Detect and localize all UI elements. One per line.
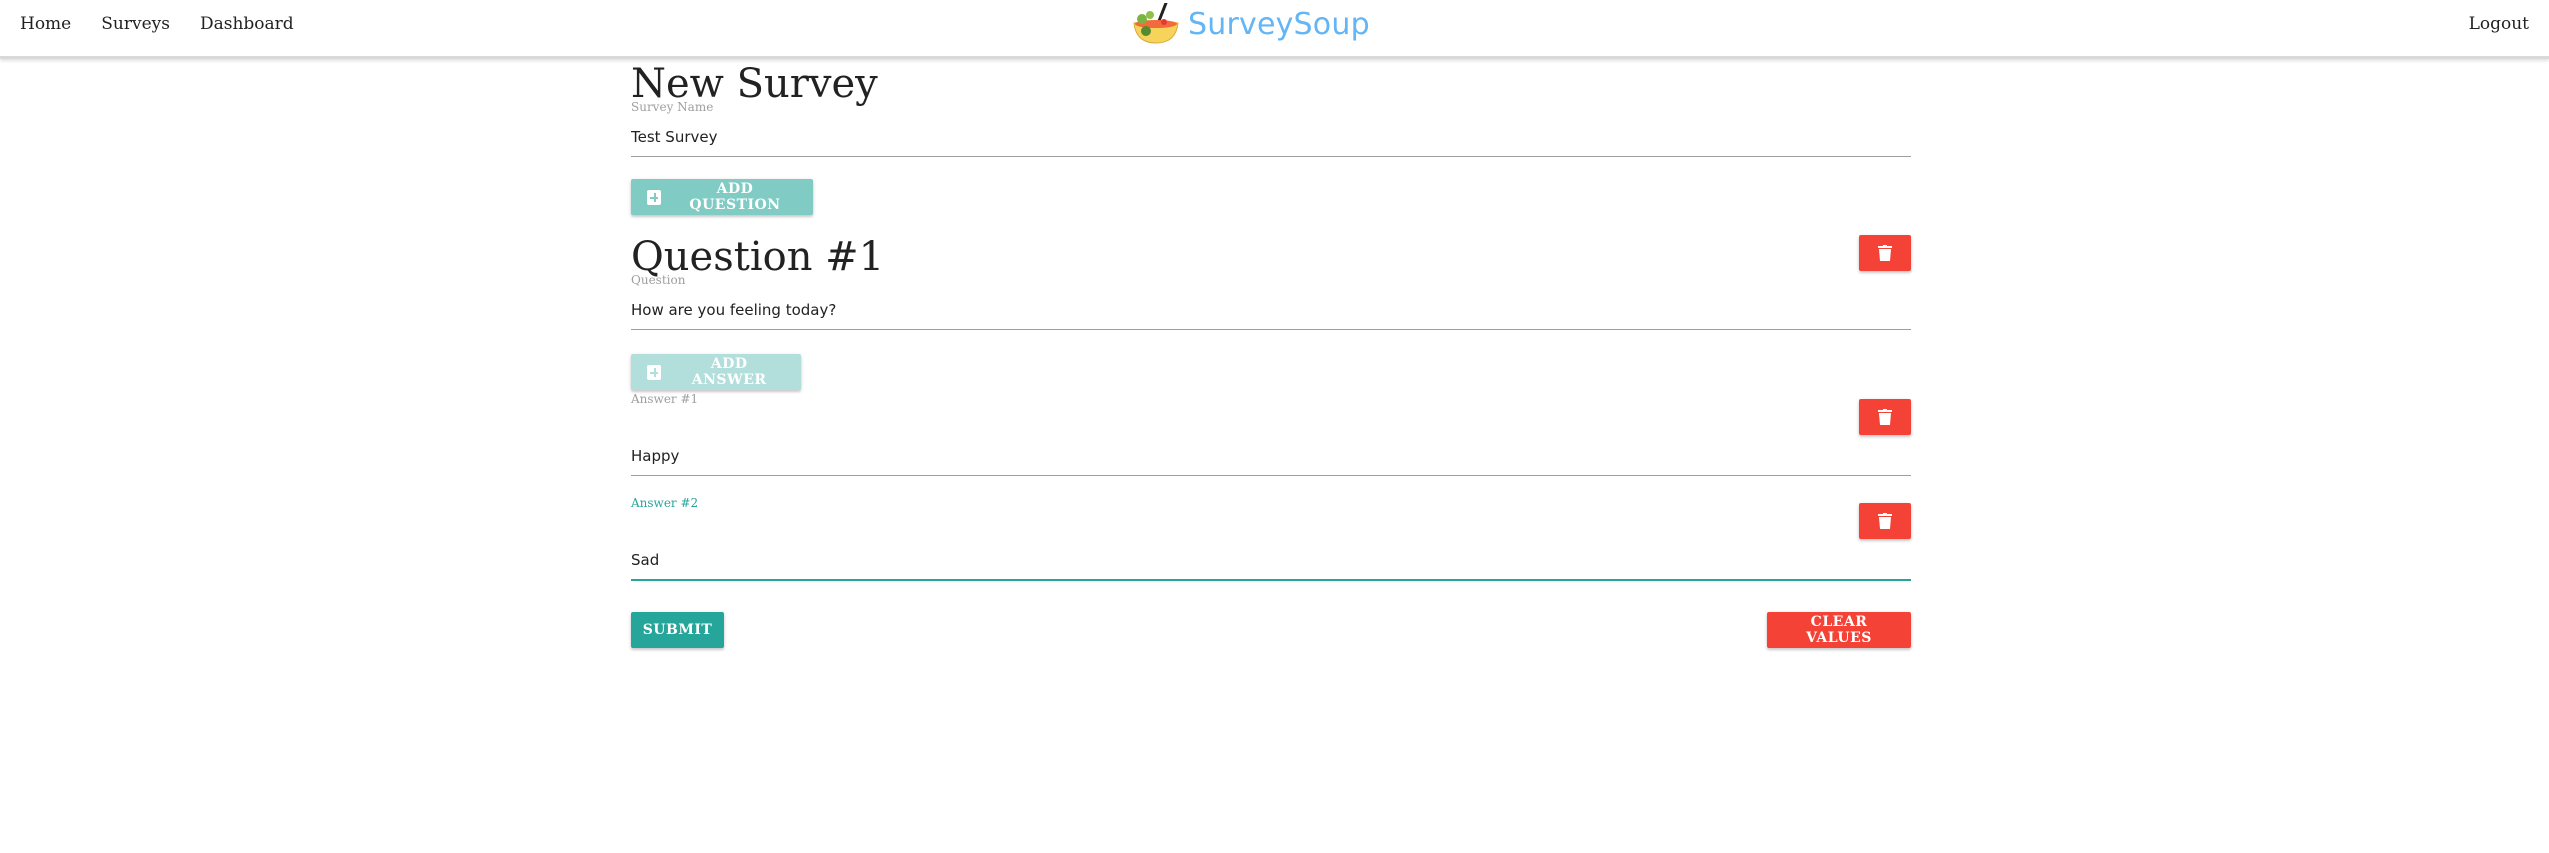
form-actions: SUBMIT CLEAR VALUES bbox=[631, 612, 1911, 652]
soup-bowl-icon bbox=[1130, 1, 1182, 45]
question-block: Question #1 Question ADD ANSWER Answer #… bbox=[631, 235, 1911, 600]
add-question-label: ADD QUESTION bbox=[689, 181, 781, 213]
nav-dashboard-link[interactable]: Dashboard bbox=[200, 14, 294, 34]
trash-icon bbox=[1878, 513, 1892, 529]
delete-answer-button[interactable] bbox=[1859, 399, 1911, 435]
trash-icon bbox=[1878, 409, 1892, 425]
nav-home-link[interactable]: Home bbox=[20, 14, 71, 34]
answer-input[interactable] bbox=[631, 439, 1911, 476]
trash-icon bbox=[1878, 245, 1892, 261]
survey-name-field: Survey Name bbox=[631, 100, 1911, 157]
delete-answer-button[interactable] bbox=[1859, 503, 1911, 539]
new-survey-form: New Survey Survey Name ADD QUESTION Ques… bbox=[631, 62, 1911, 652]
question-field: Question bbox=[631, 273, 1911, 330]
brand-name: SurveySoup bbox=[1188, 6, 1370, 42]
delete-question-button[interactable] bbox=[1859, 235, 1911, 271]
answer-field: Answer #2 bbox=[631, 496, 1911, 600]
answer-input[interactable] bbox=[631, 543, 1911, 581]
survey-name-input[interactable] bbox=[631, 120, 1911, 157]
answer-label: Answer #1 bbox=[631, 392, 699, 406]
nav-surveys-link[interactable]: Surveys bbox=[101, 14, 170, 34]
question-input[interactable] bbox=[631, 293, 1911, 330]
answer-label: Answer #2 bbox=[631, 496, 699, 510]
plus-square-icon bbox=[647, 189, 661, 205]
add-answer-label: ADD ANSWER bbox=[691, 356, 767, 388]
clear-values-button[interactable]: CLEAR VALUES bbox=[1767, 612, 1911, 648]
add-question-button[interactable]: ADD QUESTION bbox=[631, 179, 813, 215]
answer-field: Answer #1 bbox=[631, 392, 1911, 496]
submit-button[interactable]: SUBMIT bbox=[631, 612, 724, 648]
brand[interactable]: SurveySoup bbox=[1130, 0, 1370, 48]
nav-right: Logout bbox=[2469, 0, 2529, 48]
plus-square-icon bbox=[647, 364, 662, 380]
navbar: Home Surveys Dashboard SurveySoup Logout bbox=[0, 0, 2549, 59]
add-answer-button[interactable]: ADD ANSWER bbox=[631, 354, 801, 390]
nav-links: Home Surveys Dashboard bbox=[20, 0, 324, 48]
logout-link[interactable]: Logout bbox=[2469, 14, 2529, 34]
